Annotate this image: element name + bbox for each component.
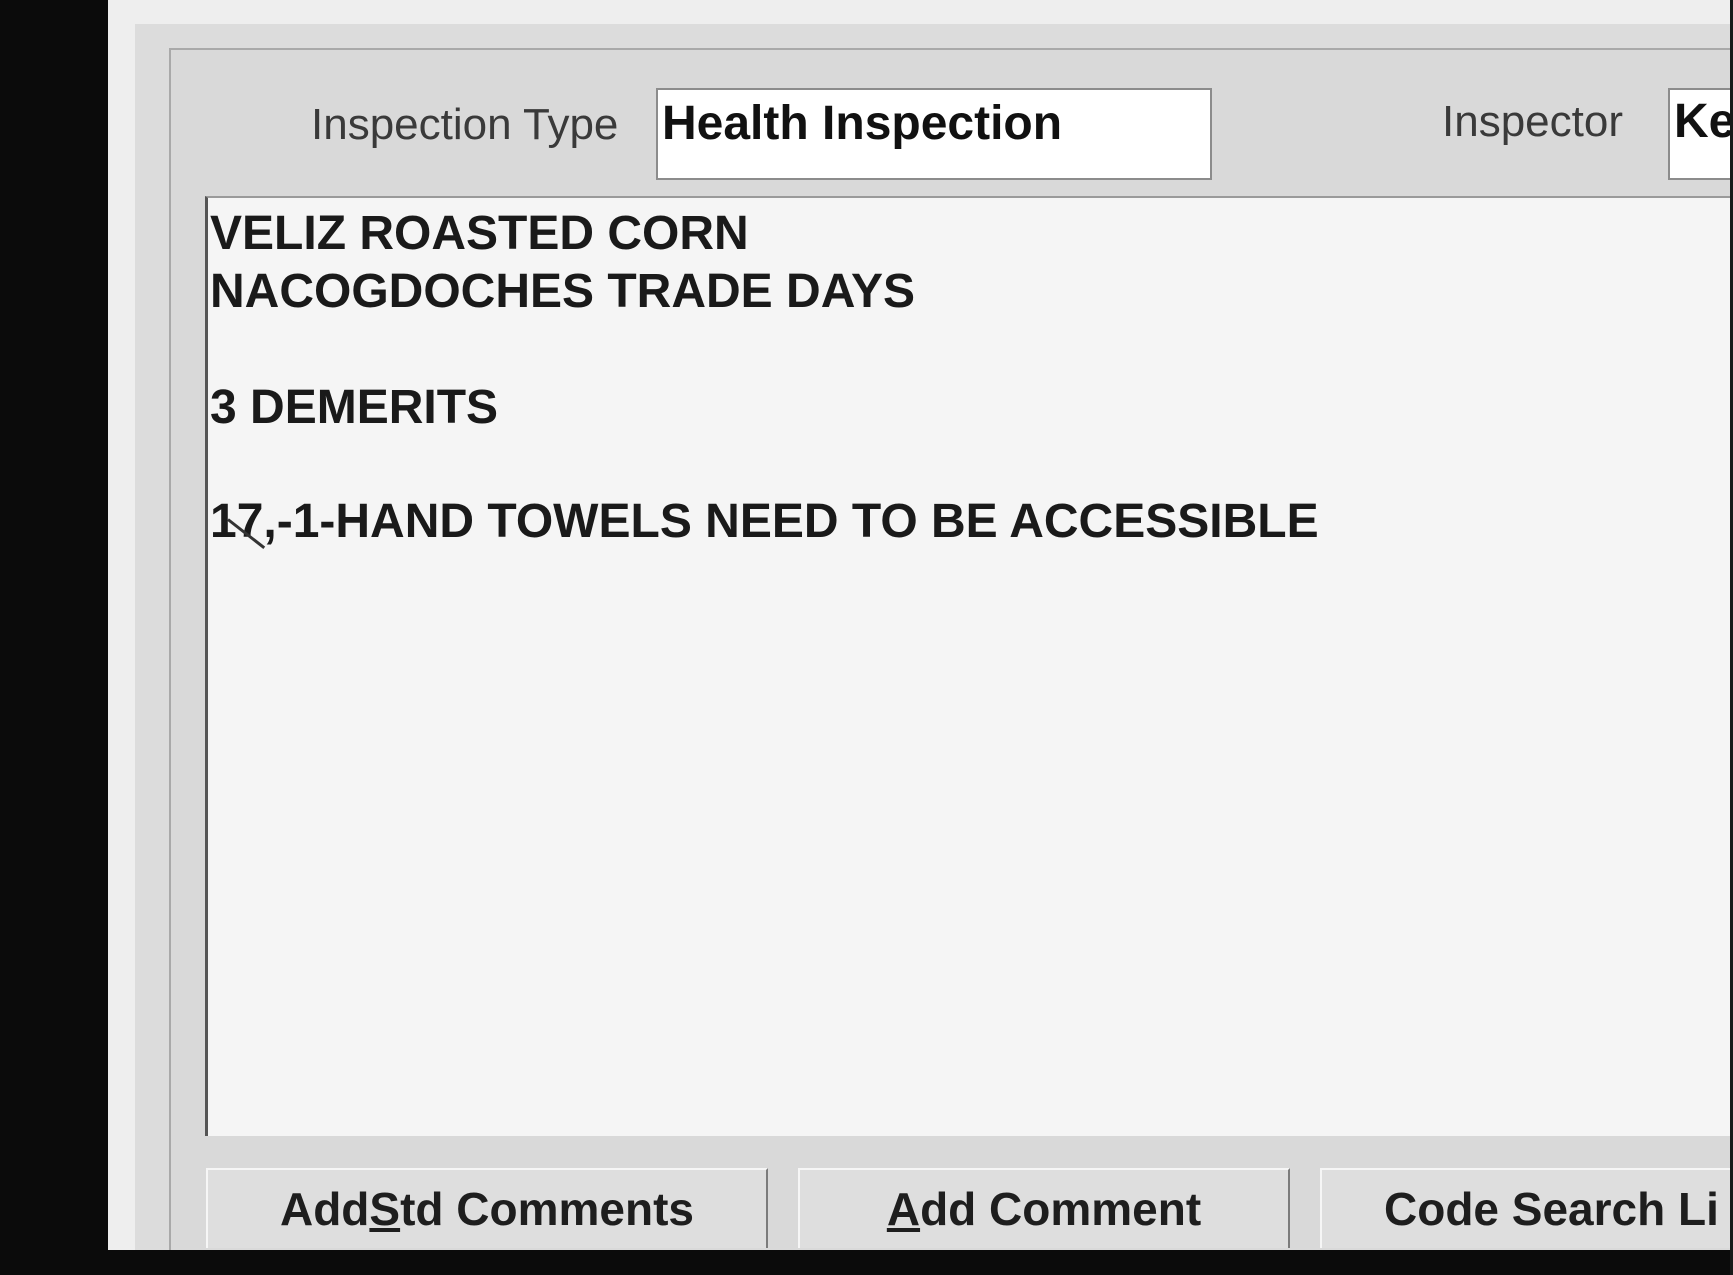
button-label-part: td Comments <box>400 1183 694 1235</box>
button-label-part: Add <box>279 1183 370 1235</box>
button-label-part: dd Comment <box>920 1183 1202 1235</box>
comments-textarea[interactable]: VELIZ ROASTED CORN NACOGDOCHES TRADE DAY… <box>205 196 1733 1136</box>
inspector-field[interactable]: Ke <box>1668 88 1730 180</box>
mnemonic-letter: S <box>369 1183 401 1235</box>
mnemonic-letter: A <box>886 1183 921 1235</box>
inspector-label: Inspector <box>1442 97 1623 146</box>
add-std-comments-button[interactable]: Add Std Comments <box>206 1168 768 1248</box>
comment-line: 17,-1-HAND TOWELS NEED TO BE ACCESSIBLE <box>210 495 1319 548</box>
add-comment-button[interactable]: Add Comment <box>798 1168 1290 1248</box>
inspection-type-field[interactable]: Health Inspection <box>656 88 1212 180</box>
comment-line: NACOGDOCHES TRADE DAYS <box>210 265 915 318</box>
code-search-button[interactable]: Code Search Li <box>1320 1168 1732 1248</box>
comment-line: VELIZ ROASTED CORN <box>210 207 749 260</box>
inspection-type-label: Inspection Type <box>311 100 619 149</box>
comment-line: 3 DEMERITS <box>210 381 499 434</box>
